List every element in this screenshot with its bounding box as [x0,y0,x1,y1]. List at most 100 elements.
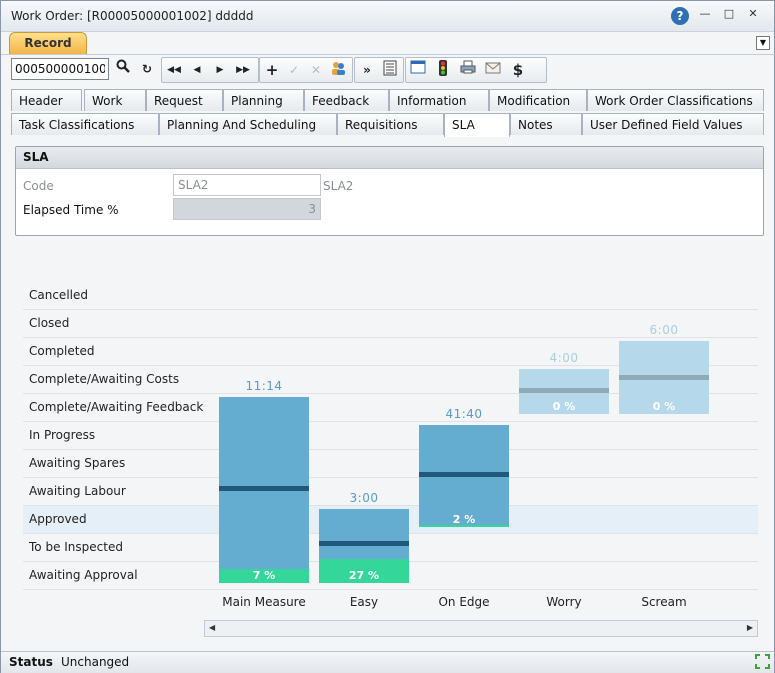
elapsed-time-label: Elapsed Time % [23,203,119,217]
sla-category-label: Scream [641,595,687,609]
elapsed-time-field: 3 [173,198,321,220]
maximize-icon[interactable]: □ [721,7,737,21]
search-icon[interactable] [113,59,133,79]
sla-percent-label: 0 % [552,400,576,413]
status-label: Status [9,655,53,669]
horizontal-scrollbar[interactable]: ◀ ▶ [204,620,758,637]
window-title: Work Order: [R00005000001002] ddddd [11,9,254,23]
close-icon[interactable]: ✕ [745,7,761,21]
sla-time-label: 6:00 [649,323,679,337]
users-icon[interactable] [328,60,348,80]
tab-user-defined-field-values[interactable]: User Defined Field Values [582,113,764,135]
tools-group: $ [405,57,547,83]
tab-notes[interactable]: Notes [510,113,582,135]
sla-panel: SLA Code SLA2 SLA2 Elapsed Time % 3 [15,146,764,236]
sla-category-label: Main Measure [222,595,306,609]
tab-task-classifications[interactable]: Task Classifications [11,113,159,135]
record-number-input[interactable] [11,58,109,80]
print-icon[interactable] [458,60,478,80]
status-row-label: Completed [29,344,95,358]
sla-bar-marker [619,375,709,380]
more-group: » [354,57,404,83]
tab-feedback[interactable]: Feedback [304,89,389,111]
record-tabstrip: Record ▼ [1,31,774,55]
save-check-icon[interactable]: ✓ [284,60,304,80]
record-tab[interactable]: Record [9,32,87,54]
status-value: Unchanged [61,655,130,669]
sla-time-label: 41:40 [445,407,483,421]
sla-time-label: 11:14 [245,379,283,393]
sla-bar-marker [219,486,309,491]
first-record-icon[interactable]: ◀◀ [164,60,184,80]
tab-work-order-classifications[interactable]: Work Order Classifications [587,89,764,111]
tab-requisitions[interactable]: Requisitions [337,113,444,135]
row-divider [23,505,758,506]
sla-panel-title: SLA [16,147,763,169]
sla-percent-label: 2 % [452,513,476,526]
sla-time-label: 4:00 [549,351,579,365]
tab-request[interactable]: Request [146,89,223,111]
row-divider [23,589,758,590]
work-order-window: Work Order: [R00005000001002] ddddd ? — … [0,0,775,673]
scroll-right-icon[interactable]: ▶ [747,623,753,632]
status-row-label: In Progress [29,428,96,442]
toolbar: ↻ ◀◀ ◀ ▶ ▶▶ + ✓ ✕ » [9,57,766,83]
code-description: SLA2 [323,179,354,193]
row-divider [23,309,758,310]
tab-information[interactable]: Information [389,89,489,111]
status-row-label: Awaiting Spares [29,456,126,470]
code-label: Code [23,179,54,193]
status-row-label: Closed [29,316,70,330]
tab-work[interactable]: Work [84,89,146,111]
row-divider [23,449,758,450]
status-row-label: Complete/Awaiting Feedback [29,400,204,414]
list-view-icon[interactable] [380,60,400,80]
sla-percent-label: 27 % [348,569,380,582]
email-icon[interactable] [483,60,503,80]
tab-planning-and-scheduling[interactable]: Planning And Scheduling [159,113,337,135]
title-bar: Work Order: [R00005000001002] ddddd ? — … [1,1,774,32]
cancel-x-icon[interactable]: ✕ [306,60,326,80]
status-row-label: To be Inspected [29,540,123,554]
tab-header[interactable]: Header [11,89,82,111]
scroll-left-icon[interactable]: ◀ [209,623,215,632]
status-row-label: Approved [29,512,87,526]
help-icon[interactable]: ? [671,7,689,25]
status-row-label: Complete/Awaiting Costs [29,372,180,386]
previous-record-icon[interactable]: ◀ [187,60,207,80]
add-icon[interactable]: + [262,60,282,80]
sla-category-label: On Edge [438,595,490,609]
dollar-icon[interactable]: $ [508,60,528,80]
sla-bar-marker [419,472,509,477]
sla-time-label: 3:00 [349,491,379,505]
navigation-group: ◀◀ ◀ ▶ ▶▶ [161,57,259,83]
status-row-label: Awaiting Labour [29,484,126,498]
last-record-icon[interactable]: ▶▶ [233,60,253,80]
row-divider [23,477,758,478]
tab-modification[interactable]: Modification [489,89,587,111]
sla-bar-marker [319,541,409,546]
row-divider [23,421,758,422]
refresh-icon[interactable]: ↻ [137,59,157,79]
sla-bar-marker [519,388,609,393]
status-row-label: Awaiting Approval [29,568,138,582]
more-actions-icon[interactable]: » [357,60,377,80]
tab-sla[interactable]: SLA [444,113,510,137]
tab-planning[interactable]: Planning [223,89,304,111]
code-field[interactable]: SLA2 [173,174,321,196]
minimize-icon[interactable]: — [697,7,713,21]
resize-grip-icon[interactable] [754,653,771,673]
sla-chart: Cancelled Closed Completed Complete/Awaitin… [1,241,775,641]
sla-category-label: Worry [546,595,582,609]
next-record-icon[interactable]: ▶ [210,60,230,80]
traffic-light-icon[interactable] [433,60,453,80]
sla-category-label: Easy [349,595,379,609]
chevron-down-icon[interactable]: ▼ [756,36,770,50]
status-row-label: Cancelled [29,288,88,302]
status-bar: Status Unchanged [1,651,774,673]
sla-percent-label: 0 % [652,400,676,413]
edit-group: + ✓ ✕ [259,57,353,83]
row-divider [23,337,758,338]
window-icon[interactable] [408,60,428,80]
sla-percent-label: 7 % [252,569,276,582]
